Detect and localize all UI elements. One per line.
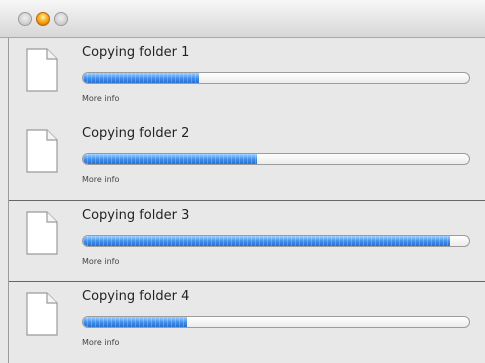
transfer-title: Copying folder 2 [82,126,190,141]
more-info-link[interactable]: More info [82,94,119,103]
copy-progress-window: Copying folder 1 More info Copying folde… [0,0,485,363]
minimize-window-button[interactable] [36,12,50,26]
more-info-link[interactable]: More info [82,175,119,184]
document-icon [26,211,58,255]
transfer-title: Copying folder 1 [82,45,190,60]
progress-bar [82,72,470,84]
document-icon [26,48,58,92]
document-icon [26,129,58,173]
transfer-row-3: Copying folder 3 More info [9,200,485,282]
progress-fill [83,73,199,83]
progress-bar [82,235,470,247]
progress-bar [82,153,470,165]
transfer-row-2: Copying folder 2 More info [9,119,485,201]
zoom-window-button[interactable] [54,12,68,26]
progress-bar [82,316,470,328]
window-titlebar [0,0,485,38]
transfer-title: Copying folder 3 [82,208,190,223]
transfer-title: Copying folder 4 [82,289,190,304]
transfer-row-1: Copying folder 1 More info [9,38,485,120]
document-icon [26,292,58,336]
progress-fill [83,154,257,164]
transfer-list: Copying folder 1 More info Copying folde… [8,38,485,363]
close-window-button[interactable] [18,12,32,26]
progress-fill [83,236,450,246]
more-info-link[interactable]: More info [82,338,119,347]
transfer-row-4: Copying folder 4 More info [9,282,485,363]
more-info-link[interactable]: More info [82,257,119,266]
progress-fill [83,317,188,327]
